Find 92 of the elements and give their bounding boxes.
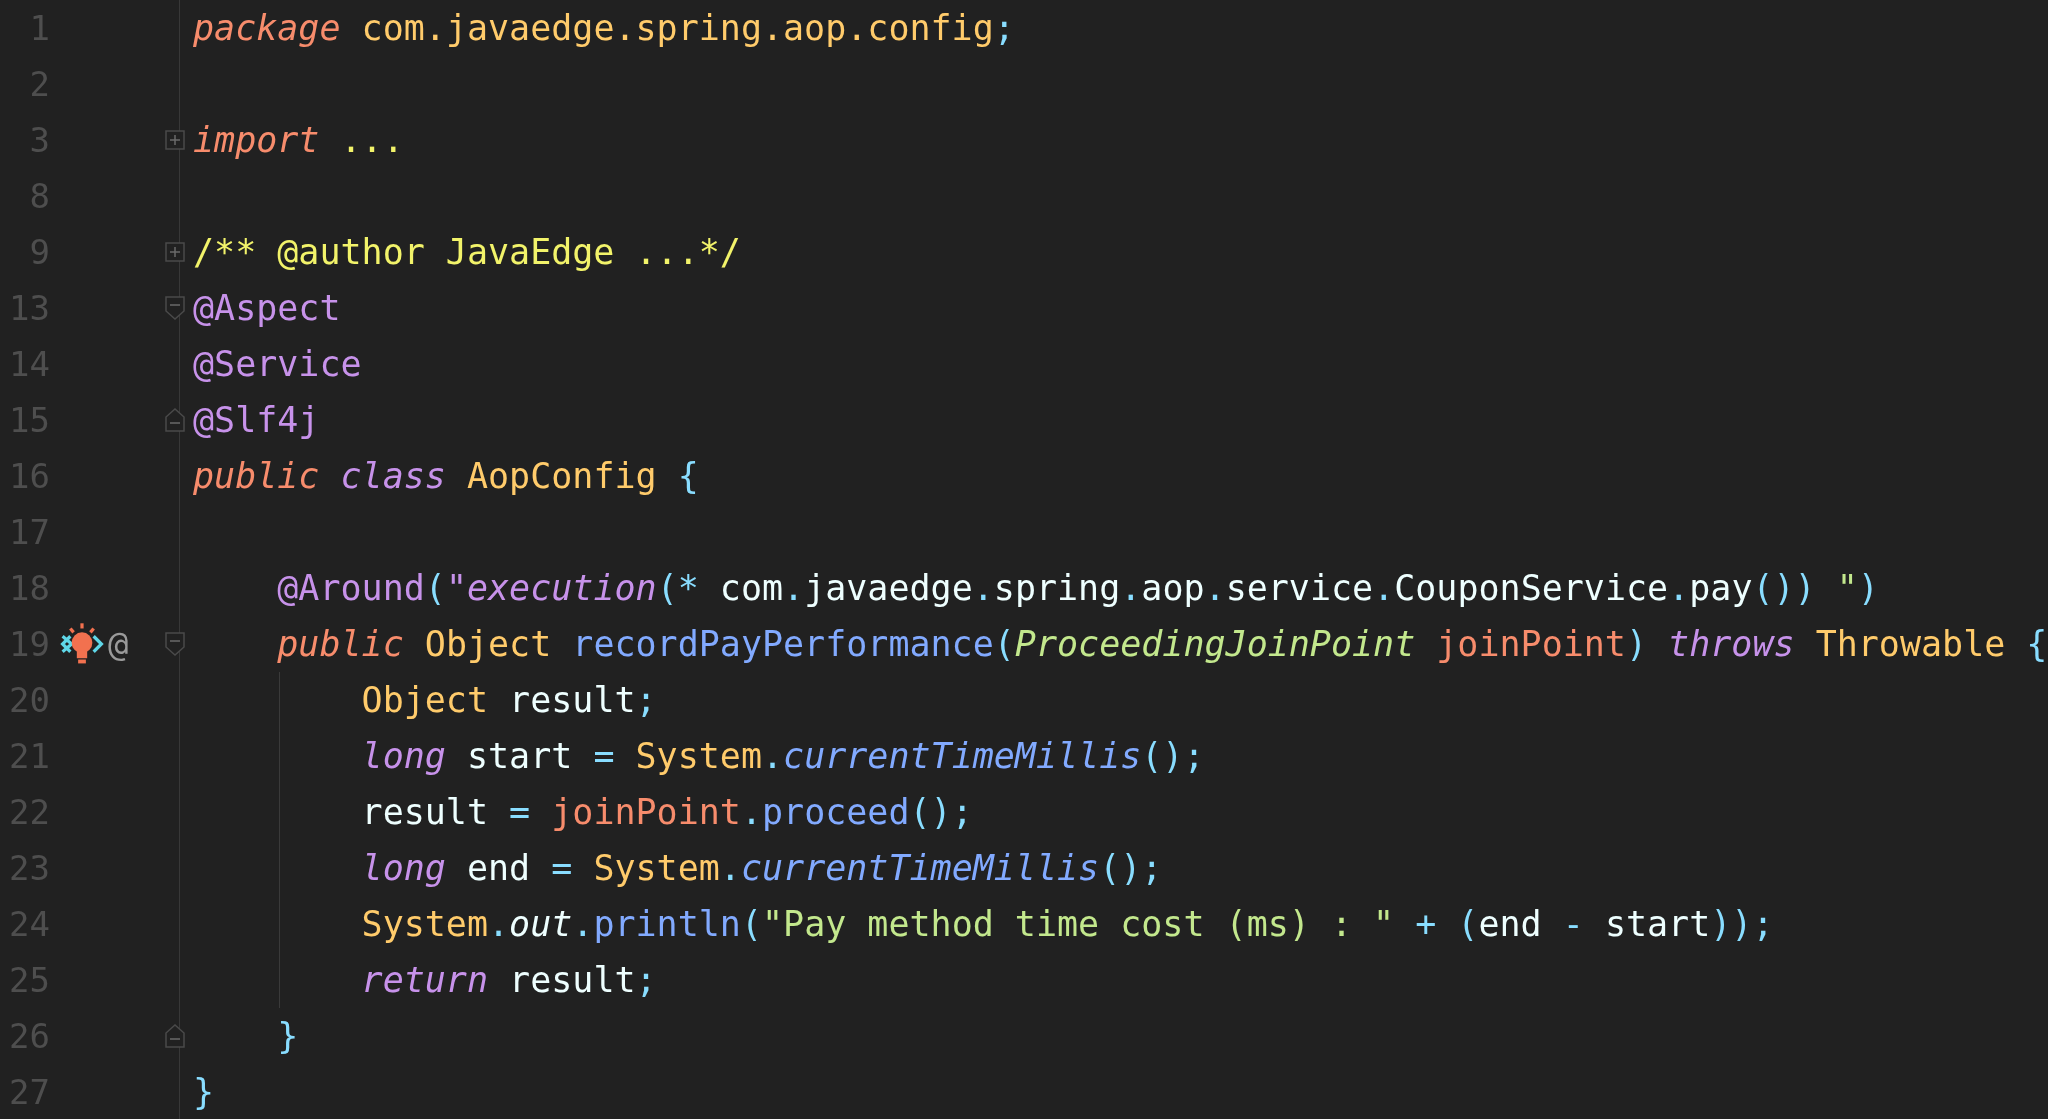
- identifier: javaedge: [804, 568, 973, 608]
- punctuation: ();: [909, 792, 973, 832]
- punctuation: .: [1204, 568, 1226, 608]
- identifier: result: [509, 960, 636, 1000]
- collapse-fold-icon[interactable]: [164, 632, 185, 656]
- punctuation: .: [762, 736, 784, 776]
- punctuation: ): [1625, 624, 1648, 664]
- punctuation: (: [993, 624, 1015, 664]
- identifier: start: [1604, 904, 1711, 944]
- method-name: recordPayPerformance: [572, 624, 994, 664]
- keyword: long: [361, 848, 446, 888]
- type-name: ProceedingJoinPoint: [1014, 624, 1416, 664]
- punctuation: ;: [993, 8, 1015, 48]
- identifier: spring: [993, 568, 1121, 608]
- method-name: currentTimeMillis: [740, 848, 1100, 888]
- type-name: Throwable: [1815, 624, 2006, 664]
- punctuation: =: [593, 736, 615, 776]
- annotation: ": [445, 568, 467, 608]
- type-name: System: [635, 736, 762, 776]
- method-name: proceed: [762, 792, 910, 832]
- type-name: System: [593, 848, 720, 888]
- annotation: @Aspect: [193, 288, 341, 328]
- identifier: result: [509, 680, 636, 720]
- punctuation: (: [424, 568, 446, 608]
- keyword: throws: [1668, 624, 1795, 664]
- keyword: execution: [466, 568, 657, 608]
- annotation: @Service: [193, 344, 362, 384]
- method-name: println: [593, 904, 741, 944]
- punctuation: }: [277, 1016, 299, 1056]
- type-name: Object: [361, 680, 488, 720]
- punctuation: ()): [1752, 568, 1816, 608]
- annotation: @Slf4j: [193, 400, 320, 440]
- punctuation: ();: [1141, 736, 1205, 776]
- type-name: AopConfig: [466, 456, 657, 496]
- field-name: out: [509, 904, 573, 944]
- punctuation: -: [1562, 904, 1584, 944]
- punctuation: {: [677, 456, 699, 496]
- identifier: aop: [1141, 568, 1205, 608]
- type-name: Object: [424, 624, 552, 664]
- identifier: start: [466, 736, 573, 776]
- expand-fold-icon[interactable]: [164, 130, 185, 150]
- punctuation: ;: [635, 680, 657, 720]
- punctuation: .: [1373, 568, 1395, 608]
- expand-fold-icon[interactable]: [164, 242, 185, 262]
- punctuation: .: [1668, 568, 1690, 608]
- keyword: public: [277, 624, 404, 664]
- implements-marker[interactable]: @: [108, 627, 129, 661]
- comment-text: ...: [340, 120, 404, 160]
- lightbulb-icon[interactable]: [60, 622, 104, 666]
- collapse-fold-icon[interactable]: [164, 408, 185, 432]
- identifier: result: [361, 792, 488, 832]
- identifier: com: [719, 568, 784, 608]
- type-name: System: [361, 904, 488, 944]
- punctuation: {: [2026, 624, 2048, 664]
- comment-text: /** @author JavaEdge ...*/: [193, 232, 741, 272]
- punctuation: .: [783, 568, 805, 608]
- string-literal: ": [1836, 568, 1858, 608]
- identifier: CouponService: [1394, 568, 1669, 608]
- identifier: service: [1225, 568, 1374, 608]
- punctuation: .: [719, 848, 741, 888]
- parameter-name: joinPoint: [1436, 624, 1626, 664]
- punctuation: .: [740, 792, 762, 832]
- method-name: currentTimeMillis: [783, 736, 1142, 776]
- punctuation: .: [1120, 568, 1142, 608]
- keyword: import: [193, 120, 320, 160]
- keyword: class: [340, 456, 446, 496]
- string-literal: "Pay method time cost (ms) : ": [762, 904, 1395, 944]
- punctuation: .: [972, 568, 994, 608]
- collapse-fold-icon[interactable]: [164, 1024, 185, 1048]
- punctuation: + (: [1415, 904, 1479, 944]
- punctuation: ): [1857, 568, 1879, 608]
- identifier: pay: [1689, 568, 1753, 608]
- identifier: end: [466, 848, 531, 888]
- punctuation: .: [572, 904, 594, 944]
- punctuation: =: [509, 792, 531, 832]
- punctuation: =: [551, 848, 573, 888]
- punctuation: .: [488, 904, 510, 944]
- keyword: package: [193, 8, 341, 48]
- keyword: long: [361, 736, 446, 776]
- keyword: public: [193, 456, 320, 496]
- parameter-name: joinPoint: [551, 792, 741, 832]
- punctuation: ;: [635, 960, 657, 1000]
- punctuation: (: [740, 904, 762, 944]
- identifier: end: [1478, 904, 1542, 944]
- punctuation: ();: [1099, 848, 1163, 888]
- punctuation: }: [193, 1072, 215, 1112]
- type-name: com.javaedge.spring.aop.config: [361, 8, 994, 48]
- punctuation: ));: [1710, 904, 1774, 944]
- keyword: return: [361, 960, 488, 1000]
- collapse-fold-icon[interactable]: [164, 296, 185, 320]
- punctuation: (*: [656, 568, 699, 608]
- annotation: @Around: [277, 568, 425, 608]
